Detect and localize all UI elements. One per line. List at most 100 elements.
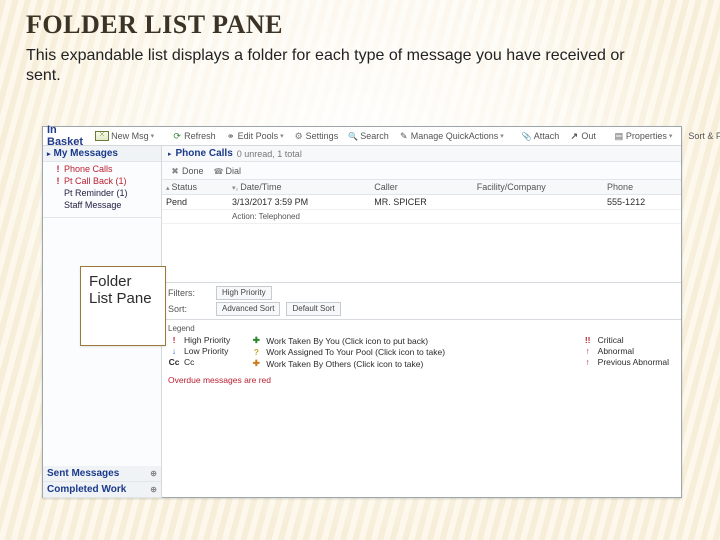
properties-button[interactable]: Properties ▾ (612, 130, 675, 142)
chevron-down-icon: ▾ (280, 132, 284, 140)
legend-icon: ! (168, 335, 180, 345)
legend-title: Legend (168, 324, 675, 333)
callout-text: Folder List Pane (89, 273, 152, 307)
properties-icon (614, 131, 624, 141)
sidebar-bottom-label: Completed Work (47, 484, 126, 495)
dial-button[interactable]: Dial (212, 165, 244, 177)
cell-facility (473, 195, 603, 210)
content-title-bar: ▸ Phone Calls 0 unread, 1 total (162, 146, 681, 162)
manage-quickactions-button[interactable]: Manage QuickActions ▾ (397, 130, 506, 142)
slide-description: This expandable list displays a folder f… (26, 46, 660, 86)
sidebar-item-pt-reminder[interactable]: ! Pt Reminder (1) (45, 187, 159, 199)
chevron-down-icon: ▾ (669, 132, 673, 140)
col-phone[interactable]: Phone (603, 180, 681, 195)
envelope-icon (95, 131, 109, 141)
legend-box: Legend !High Priority ↓Low Priority CcCc… (162, 320, 681, 371)
expand-icon: ⊕ (150, 485, 157, 494)
sort-asc-icon: ▴ (166, 185, 170, 192)
legend-icon: ↓ (168, 346, 180, 356)
legend-icon: ↑ (582, 346, 594, 356)
sidebar-item-label: Staff Message (64, 200, 121, 210)
chevron-down-icon: ▾ (151, 132, 155, 140)
chevron-down-icon: ▾ (500, 132, 504, 140)
sidebar-bottom-label: Sent Messages (47, 468, 119, 479)
cell-action: Action: Telephoned (228, 210, 681, 224)
cell-status: Pend (162, 195, 228, 210)
gear-icon (294, 131, 304, 141)
dial-label: Dial (226, 166, 242, 176)
col-facility[interactable]: Facility/Company (473, 180, 603, 195)
priority-flag-icon: ! (55, 164, 61, 174)
sort-filter-button[interactable]: Sort & Filter ▾ (686, 130, 720, 142)
sort-advanced[interactable]: Advanced Sort (216, 302, 280, 316)
message-table: ▴Status ▾₂Date/Time Caller Facility/Comp… (162, 180, 681, 224)
table-header-row: ▴Status ▾₂Date/Time Caller Facility/Comp… (162, 180, 681, 195)
cell-caller: MR. SPICER (370, 195, 472, 210)
new-msg-button[interactable]: New Msg ▾ (93, 130, 156, 142)
legend-item: !!Critical (582, 335, 669, 345)
filter-high-priority[interactable]: High Priority (216, 286, 272, 300)
done-button[interactable]: Done (168, 165, 206, 177)
filters-sort-box: Filters: High Priority Sort: Advanced So… (162, 282, 681, 320)
legend-item: ✚Work Taken By Others (Click icon to tak… (250, 358, 445, 369)
filters-label: Filters: (168, 288, 210, 298)
overdue-note: Overdue messages are red (162, 371, 681, 387)
table-row[interactable]: Pend 3/13/2017 3:59 PM MR. SPICER 555-12… (162, 195, 681, 210)
cell-datetime: 3/13/2017 3:59 PM (228, 195, 370, 210)
legend-col-3: !!Critical ↑Abnormal ↑Previous Abnormal (582, 335, 669, 369)
slide-title: FOLDER LIST PANE (26, 10, 720, 40)
properties-label: Properties (626, 131, 667, 141)
sidebar-item-label: Pt Call Back (1) (64, 176, 127, 186)
content-title-label: Phone Calls (176, 148, 233, 159)
settings-label: Settings (306, 131, 339, 141)
content-sub-toolbar: Done Dial (162, 162, 681, 180)
priority-flag-icon: ! (55, 176, 61, 186)
out-icon (569, 131, 579, 141)
sidebar-header-label: My Messages (54, 148, 118, 159)
legend-item: ↓Low Priority (168, 346, 230, 356)
sidebar-bottom: Sent Messages ⊕ Completed Work ⊕ (43, 466, 161, 498)
legend-col-1: !High Priority ↓Low Priority CcCc (168, 335, 230, 369)
sort-filter-label: Sort & Filter (688, 131, 720, 141)
done-icon (170, 166, 180, 176)
sidebar-item-label: Pt Reminder (1) (64, 188, 128, 198)
col-caller[interactable]: Caller (370, 180, 472, 195)
attach-button[interactable]: Attach (520, 130, 562, 142)
legend-icon: ✚ (250, 358, 262, 369)
triangle-right-icon: ▸ (168, 150, 172, 158)
done-label: Done (182, 166, 204, 176)
pencil-icon (399, 131, 409, 141)
expand-icon: ⊕ (150, 469, 157, 478)
edit-pools-button[interactable]: ⚭ Edit Pools ▾ (224, 130, 286, 142)
search-icon (348, 131, 358, 141)
refresh-button[interactable]: Refresh (170, 130, 218, 142)
sidebar-header-my-messages[interactable]: ▸ My Messages (43, 146, 161, 162)
search-label: Search (360, 131, 389, 141)
sort-desc-icon: ▾₂ (232, 185, 238, 192)
col-datetime[interactable]: ▾₂Date/Time (228, 180, 370, 195)
out-button[interactable]: Out (567, 130, 598, 142)
legend-item: ?Work Assigned To Your Pool (Click icon … (250, 347, 445, 357)
sort-default[interactable]: Default Sort (286, 302, 340, 316)
sidebar-header-sent-messages[interactable]: Sent Messages ⊕ (43, 466, 161, 482)
sidebar-item-phone-calls[interactable]: ! Phone Calls (45, 163, 159, 175)
sidebar-header-completed-work[interactable]: Completed Work ⊕ (43, 482, 161, 498)
col-status[interactable]: ▴Status (162, 180, 228, 195)
sort-label: Sort: (168, 304, 210, 314)
app-brand: In Basket (47, 124, 83, 148)
legend-icon: ↑ (582, 357, 594, 367)
sidebar-item-staff-message[interactable]: ! Staff Message (45, 199, 159, 211)
triangle-down-icon: ▸ (47, 150, 51, 158)
settings-button[interactable]: Settings (292, 130, 341, 142)
sidebar-item-pt-call-back[interactable]: ! Pt Call Back (1) (45, 175, 159, 187)
refresh-label: Refresh (184, 131, 216, 141)
cell-phone: 555-1212 (603, 195, 681, 210)
attach-icon (522, 131, 532, 141)
message-list-pane: ▸ Phone Calls 0 unread, 1 total Done Dia… (162, 146, 681, 498)
legend-icon: !! (582, 335, 594, 345)
phone-icon (214, 166, 224, 176)
legend-item: ↑Previous Abnormal (582, 357, 669, 367)
legend-item: !High Priority (168, 335, 230, 345)
search-button[interactable]: Search (346, 130, 391, 142)
content-title-meta: 0 unread, 1 total (237, 149, 302, 159)
